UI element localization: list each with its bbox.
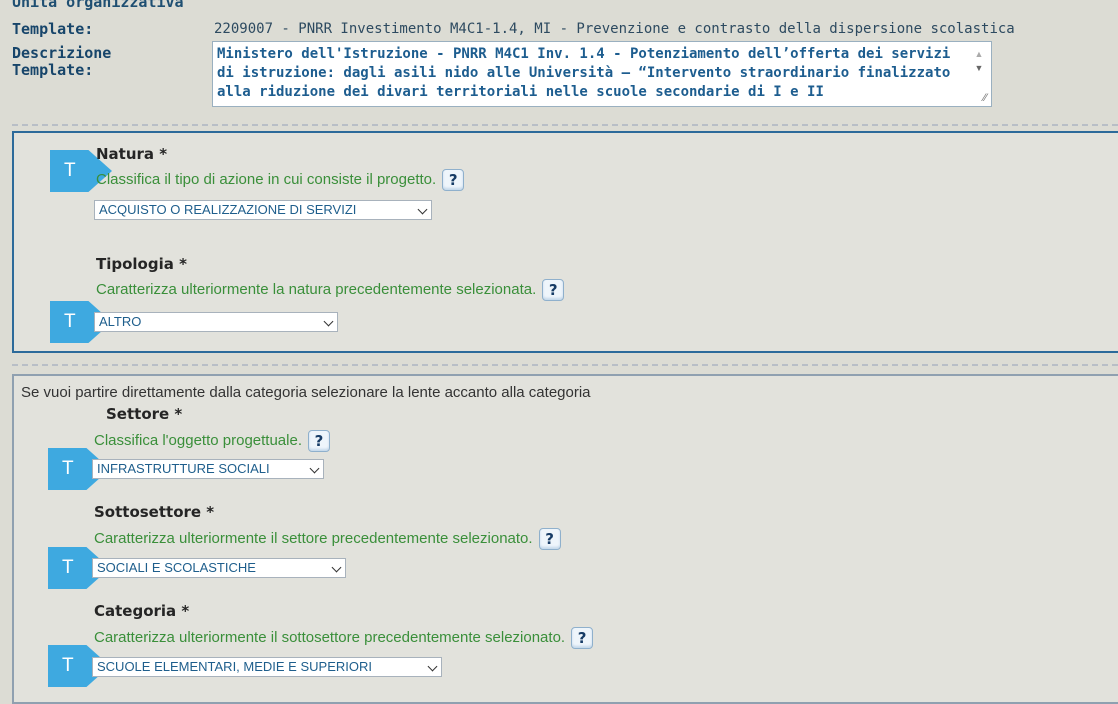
natura-description-text: Classifica il tipo di azione in cui cons…	[96, 170, 437, 188]
description-label: Descrizione Template:	[12, 45, 111, 79]
description-text: Ministero dell'Istruzione - PNRR M4C1 In…	[217, 46, 951, 100]
description-label-line2: Template:	[12, 61, 94, 79]
description-label-line1: Descrizione	[12, 44, 112, 62]
categoria-title: Categoria *	[94, 602, 190, 620]
settore-description: Classifica l'oggetto progettuale.?	[94, 430, 330, 452]
natura-description: Classifica il tipo di azione in cui cons…	[96, 169, 465, 191]
settore-title: Settore *	[106, 405, 183, 423]
categoria-description: Caratterizza ulteriormente il sottosetto…	[94, 627, 594, 649]
sottosettore-description: Caratterizza ulteriormente il settore pr…	[94, 528, 561, 550]
sottosettore-description-text: Caratterizza ulteriormente il settore pr…	[94, 529, 533, 547]
help-question-icon[interactable]: ?	[442, 169, 465, 191]
natura-title: Natura *	[96, 145, 168, 163]
settore-selected-value: INFRASTRUTTURE SOCIALI	[97, 461, 270, 476]
divider	[12, 124, 1118, 126]
template-label: Template:	[12, 20, 94, 38]
settore-select[interactable]: INFRASTRUTTURE SOCIALI	[92, 459, 324, 479]
tipologia-select[interactable]: ALTRO	[94, 312, 338, 332]
chevron-down-icon	[427, 661, 438, 672]
chevron-down-icon	[331, 562, 342, 573]
categoria-selected-value: SCUOLE ELEMENTARI, MEDIE E SUPERIORI	[97, 659, 372, 674]
categoria-select[interactable]: SCUOLE ELEMENTARI, MEDIE E SUPERIORI	[92, 657, 442, 677]
cut-off-label: Unità organizzativa	[12, 0, 184, 11]
chevron-down-icon	[323, 316, 334, 327]
natura-select[interactable]: ACQUISTO O REALIZZAZIONE DI SERVIZI	[94, 200, 432, 220]
tipologia-selected-value: ALTRO	[99, 314, 142, 329]
settore-description-text: Classifica l'oggetto progettuale.	[94, 431, 302, 449]
description-textarea[interactable]: Ministero dell'Istruzione - PNRR M4C1 In…	[212, 41, 992, 107]
sottosettore-select[interactable]: SOCIALI E SCOLASTICHE	[92, 558, 346, 578]
chevron-down-icon	[309, 463, 320, 474]
help-question-icon[interactable]: ?	[538, 528, 561, 550]
chevron-down-icon	[417, 204, 428, 215]
help-question-icon[interactable]: ?	[571, 627, 594, 649]
divider	[12, 364, 1118, 366]
section-intro: Se vuoi partire direttamente dalla categ…	[21, 384, 591, 401]
natura-tipologia-section: T Natura * Classifica il tipo di azione …	[12, 131, 1118, 353]
sottosettore-title: Sottosettore *	[94, 503, 215, 521]
sottosettore-selected-value: SOCIALI E SCOLASTICHE	[97, 560, 256, 575]
tipologia-title: Tipologia *	[96, 255, 187, 273]
tipologia-description: Caratterizza ulteriormente la natura pre…	[96, 279, 565, 301]
scroll-up-icon[interactable]: ▲	[971, 48, 987, 60]
help-question-icon[interactable]: ?	[308, 430, 330, 452]
resize-grip-icon[interactable]: ⁄⁄	[983, 92, 987, 104]
template-value: 2209007 - PNRR Investimento M4C1-1.4, MI…	[214, 21, 1015, 37]
scroll-down-icon[interactable]: ▼	[971, 62, 987, 74]
tipologia-description-text: Caratterizza ulteriormente la natura pre…	[96, 280, 537, 298]
help-question-icon[interactable]: ?	[542, 279, 565, 301]
natura-selected-value: ACQUISTO O REALIZZAZIONE DI SERVIZI	[99, 202, 357, 217]
categoria-description-text: Caratterizza ulteriormente il sottosetto…	[94, 628, 566, 646]
